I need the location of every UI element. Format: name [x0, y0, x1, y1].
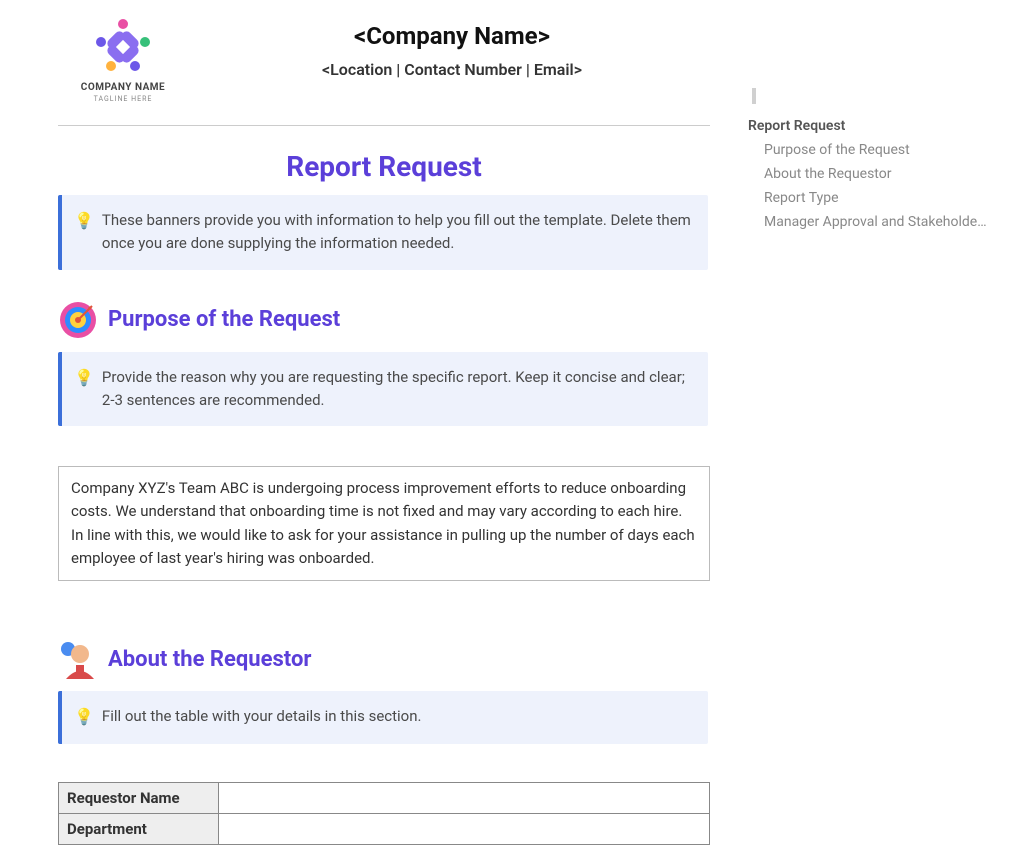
purpose-section-header: Purpose of the Request: [58, 300, 710, 340]
toc-item-approval[interactable]: Manager Approval and Stakeholder I...: [748, 210, 988, 234]
requestor-section-header: About the Requestor: [58, 639, 710, 679]
company-logo-block: COMPANY NAME TAGLINE HERE: [58, 18, 188, 103]
purpose-body[interactable]: Company XYZ's Team ABC is undergoing pro…: [58, 466, 710, 581]
table-row: Requestor Name: [59, 782, 710, 813]
table-row: Department: [59, 813, 710, 844]
requestor-name-value[interactable]: [219, 782, 710, 813]
intro-banner-text: These banners provide you with informati…: [102, 209, 692, 256]
logo-tagline: TAGLINE HERE: [94, 95, 153, 103]
purpose-banner: 💡 Provide the reason why you are request…: [58, 352, 708, 427]
department-value[interactable]: [219, 813, 710, 844]
requestor-table: Requestor Name Department: [58, 782, 710, 845]
company-logo-icon: [87, 18, 159, 76]
document-header: COMPANY NAME TAGLINE HERE <Company Name>…: [58, 0, 710, 103]
lightbulb-icon: 💡: [74, 209, 94, 234]
toc-heading[interactable]: Report Request: [748, 114, 1008, 138]
requestor-name-label: Requestor Name: [59, 782, 219, 813]
requestor-banner: 💡 Fill out the table with your details i…: [58, 691, 708, 744]
requestor-banner-text: Fill out the table with your details in …: [102, 705, 422, 728]
toc-indicator: [752, 88, 756, 104]
lightbulb-icon: 💡: [74, 705, 94, 730]
document-main: COMPANY NAME TAGLINE HERE <Company Name>…: [58, 0, 710, 845]
department-label: Department: [59, 813, 219, 844]
toc-item-requestor[interactable]: About the Requestor: [748, 162, 988, 186]
person-icon: [58, 639, 98, 679]
intro-banner: 💡 These banners provide you with informa…: [58, 195, 708, 270]
toc-item-purpose[interactable]: Purpose of the Request: [748, 138, 988, 162]
toc-item-report-type[interactable]: Report Type: [748, 186, 988, 210]
requestor-section: About the Requestor 💡 Fill out the table…: [58, 639, 710, 845]
purpose-section-title: Purpose of the Request: [108, 307, 340, 332]
company-contact-line: <Location | Contact Number | Email>: [212, 60, 692, 79]
requestor-section-title: About the Requestor: [108, 647, 311, 672]
header-divider: [58, 125, 710, 126]
target-icon: [58, 300, 98, 340]
purpose-banner-text: Provide the reason why you are requestin…: [102, 366, 692, 413]
table-of-contents: Report Request Purpose of the Request Ab…: [748, 88, 1008, 234]
logo-company-name: COMPANY NAME: [81, 82, 165, 93]
document-title: Report Request: [58, 150, 710, 183]
header-titles: <Company Name> <Location | Contact Numbe…: [212, 18, 692, 79]
lightbulb-icon: 💡: [74, 366, 94, 391]
company-name-heading: <Company Name>: [212, 22, 692, 50]
